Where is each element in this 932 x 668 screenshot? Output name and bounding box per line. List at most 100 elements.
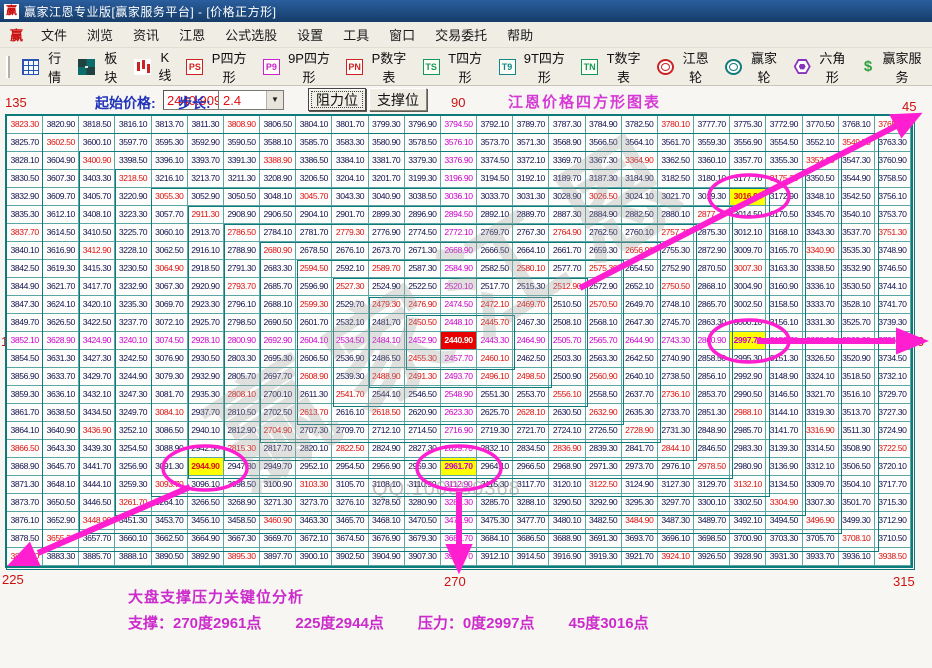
toolbar-button-p-square[interactable]: PSP四方形: [180, 45, 257, 89]
menu-item-帮助[interactable]: 帮助: [497, 22, 543, 47]
toolbar-button-t-number[interactable]: TNT数字表: [575, 45, 651, 89]
grid-cell: 3055.30: [152, 188, 188, 206]
grid-cell: 3907.30: [405, 548, 441, 566]
grid-cell: 2505.70: [549, 332, 585, 350]
grid-cell: 3753.70: [875, 206, 911, 224]
grid-cell: 3796.90: [405, 116, 441, 134]
chevron-down-icon[interactable]: ▼: [266, 91, 283, 109]
toolbar-label: 9P四方形: [284, 48, 334, 86]
grid-cell: 3045.70: [296, 188, 332, 206]
grid-cell: 2697.70: [260, 368, 296, 386]
menu-item-公式选股[interactable]: 公式选股: [215, 22, 287, 47]
menu-item-设置[interactable]: 设置: [287, 22, 333, 47]
grid-cell: 3912.10: [477, 548, 513, 566]
toolbar-button-service[interactable]: $赢家服务: [856, 45, 932, 89]
grid-cell: 3052.90: [188, 188, 224, 206]
app-icon: 赢: [4, 4, 19, 19]
grid-cell: 2820.10: [296, 440, 332, 458]
toolbar-label: P四方形: [207, 48, 251, 86]
menu-item-浏览[interactable]: 浏览: [77, 22, 123, 47]
toolbar-button-sectors[interactable]: 板块: [72, 45, 128, 89]
gann-grid: 3823.303820.903818.503816.103813.703811.…: [7, 116, 911, 566]
grid-cell: 3086.50: [152, 422, 188, 440]
grid-cell: 3657.70: [79, 530, 115, 548]
grid-cell: 3664.90: [188, 530, 224, 548]
toolbar-label: 板块: [99, 48, 122, 86]
toolbar-grip-icon: [6, 56, 10, 78]
toolbar-button-quotes[interactable]: 行情: [16, 45, 72, 89]
menu-item-文件[interactable]: 文件: [31, 22, 77, 47]
grid-cell: 3381.70: [369, 152, 405, 170]
grid-cell: 3799.30: [369, 116, 405, 134]
toolbar-button-gann-wheel[interactable]: 江恩轮: [651, 45, 719, 89]
grid-cell: 2920.90: [188, 278, 224, 296]
grid-cell: 3597.70: [115, 134, 151, 152]
grid-cell: 3566.50: [586, 134, 622, 152]
grid-cell: 3048.10: [260, 188, 296, 206]
grid-cell: 3477.70: [513, 512, 549, 530]
grid-cell: 3936.10: [839, 548, 875, 566]
grid-cell: 2484.10: [369, 332, 405, 350]
grid-cell: 2858.50: [694, 350, 730, 368]
grid-cell: 3868.90: [7, 458, 43, 476]
menu-item-江恩[interactable]: 江恩: [169, 22, 215, 47]
toolbar-button-p-number[interactable]: PNP数字表: [340, 45, 417, 89]
grid-cell: 3715.30: [875, 494, 911, 512]
grid-cell: 3153.70: [766, 332, 802, 350]
grid-cell: 2913.70: [188, 224, 224, 242]
grid-cell: 3856.90: [7, 368, 43, 386]
grid-cell: 2750.50: [658, 278, 694, 296]
grid-cell: 3583.30: [332, 134, 368, 152]
grid-cell: 3134.50: [766, 476, 802, 494]
menu-item-工具[interactable]: 工具: [333, 22, 379, 47]
grid-cell: 3600.10: [79, 134, 115, 152]
grid-cell: 3139.30: [766, 440, 802, 458]
menu-item-交易委托[interactable]: 交易委托: [425, 22, 497, 47]
grid-cell: 3496.90: [803, 512, 839, 530]
resistance-button[interactable]: 阻力位: [308, 88, 366, 111]
toolbar-button-kline[interactable]: K线: [128, 47, 180, 87]
grid-cell: 3804.10: [296, 116, 332, 134]
grid-cell: 3480.10: [549, 512, 585, 530]
grid-cell: 3148.90: [766, 368, 802, 386]
grid-cell: 3235.30: [115, 296, 151, 314]
step-combobox[interactable]: 2.4 ▼: [218, 90, 284, 110]
t-number-icon: TN: [581, 59, 598, 75]
grid-cell: 3168.10: [766, 224, 802, 242]
grid-cell: 2503.30: [549, 350, 585, 368]
menu-item-资讯[interactable]: 资讯: [123, 22, 169, 47]
toolbar-button-9t-square[interactable]: T99T四方形: [493, 45, 576, 89]
grid-cell: 2726.50: [586, 422, 622, 440]
grid-cell: 3549.70: [839, 134, 875, 152]
grid-cell: 2992.90: [730, 368, 766, 386]
support-button[interactable]: 支撑位: [369, 88, 427, 111]
grid-cell: 2496.10: [477, 368, 513, 386]
toolbar-button-t-square[interactable]: TST四方形: [417, 45, 493, 89]
grid-cell: 3312.10: [803, 458, 839, 476]
grid-cell: 2599.30: [296, 296, 332, 314]
toolbar-button-9p-square[interactable]: P99P四方形: [257, 45, 340, 89]
grid-cell: 3319.30: [803, 404, 839, 422]
grid-cell: 2916.10: [188, 242, 224, 260]
grid-cell: 3895.30: [224, 548, 260, 566]
grid-cell: 2918.50: [188, 260, 224, 278]
grid-cell: 3780.10: [658, 116, 694, 134]
grid-cell: 2827.30: [405, 440, 441, 458]
grid-cell: 2812.90: [224, 422, 260, 440]
grid-cell: 2851.30: [694, 404, 730, 422]
grid-cell: 3537.70: [839, 224, 875, 242]
grid-cell: 3422.50: [79, 314, 115, 332]
grid-cell: 3384.10: [332, 152, 368, 170]
hexagon-icon: [794, 59, 811, 75]
grid-cell: 3062.50: [152, 242, 188, 260]
grid-cell: 2472.10: [477, 296, 513, 314]
p-number-icon: PN: [346, 59, 363, 75]
grid-cell: 3345.70: [803, 206, 839, 224]
toolbar-button-hexagon[interactable]: 六角形: [788, 45, 856, 89]
grid-cell: 2467.30: [513, 314, 549, 332]
grid-cell: 3590.50: [224, 134, 260, 152]
grid-cell: 3660.10: [115, 530, 151, 548]
menu-item-窗口[interactable]: 窗口: [379, 22, 425, 47]
toolbar-button-winner-wheel[interactable]: 赢家轮: [719, 45, 787, 89]
grid-cell: 2980.90: [730, 458, 766, 476]
